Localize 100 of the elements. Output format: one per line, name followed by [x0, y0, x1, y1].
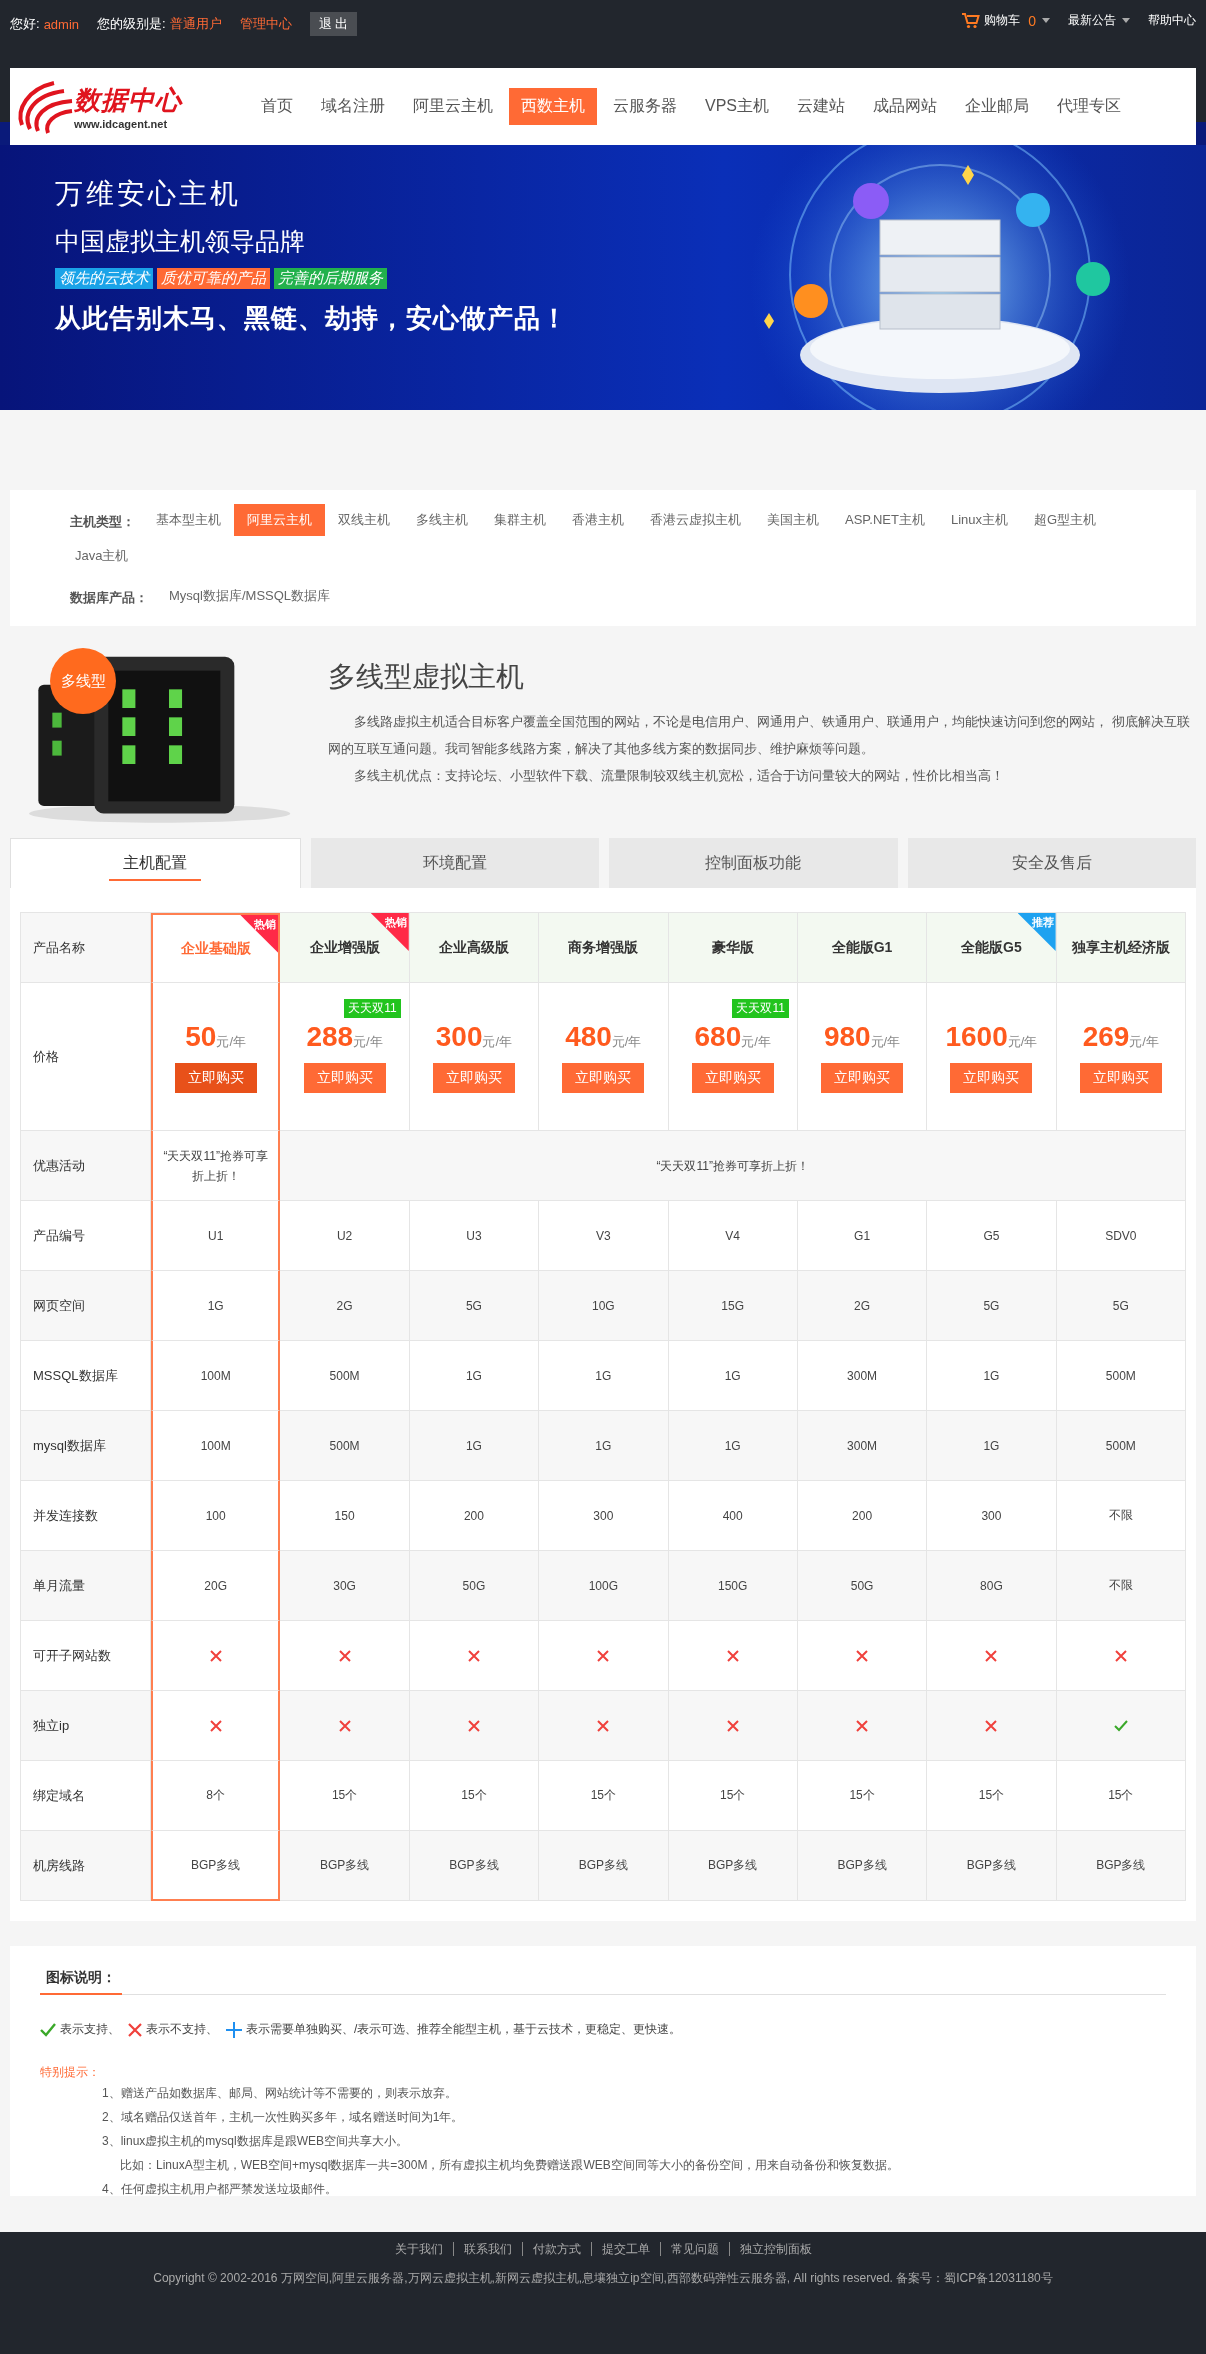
promo-tag: 天天双11 [344, 998, 401, 1018]
filter-option[interactable]: 双线主机 [325, 504, 403, 536]
tab[interactable]: 主机配置 [10, 838, 301, 888]
footer-link[interactable]: 常见问题 [659, 2242, 729, 2256]
table-cell: 1G [668, 1341, 798, 1411]
table-cell: 5G [409, 1271, 540, 1341]
table-cell: SDV0 [1056, 1201, 1186, 1271]
filter-option[interactable]: 香港云虚拟主机 [637, 504, 754, 536]
table-cell: 5G [1056, 1271, 1186, 1341]
filter-option[interactable]: Mysql数据库/MSSQL数据库 [156, 580, 344, 612]
nav-item[interactable]: 云服务器 [601, 88, 689, 125]
nav-item[interactable]: 企业邮局 [953, 88, 1041, 125]
caret-icon[interactable] [1122, 18, 1130, 23]
table-cell: 1G [409, 1341, 540, 1411]
level-link[interactable]: 普通用户 [169, 15, 222, 33]
table-cell: 20G [151, 1551, 281, 1621]
table-cell: 不限 [1056, 1551, 1186, 1621]
nav-item[interactable]: 代理专区 [1045, 88, 1133, 125]
row-label: 单月流量 [21, 1551, 151, 1621]
table-cell: 2G [280, 1271, 410, 1341]
tab[interactable]: 安全及售后 [907, 838, 1196, 888]
footer-link[interactable]: 联系我们 [452, 2242, 522, 2256]
table-cell: 15个 [668, 1761, 798, 1831]
column-header: 企业高级版 [409, 913, 540, 983]
nav-item[interactable]: 云建站 [785, 88, 857, 125]
table-cell: V4 [668, 1201, 798, 1271]
price: 680 [694, 1020, 742, 1053]
table-cell: 1G [539, 1341, 669, 1411]
help-link[interactable]: 帮助中心 [1148, 12, 1196, 29]
row-label: 优惠活动 [21, 1131, 151, 1201]
table-cell: 100G [539, 1551, 669, 1621]
table-cell: 15G [668, 1271, 798, 1341]
table-cell: BGP多线 [1056, 1831, 1186, 1901]
table-cell: 200 [409, 1481, 540, 1551]
table-cell: BGP多线 [539, 1831, 669, 1901]
filter-option[interactable]: 集群主机 [481, 504, 559, 536]
buy-button[interactable]: 立即购买 [174, 1062, 257, 1093]
caret-icon[interactable] [1042, 18, 1050, 23]
logout-button[interactable]: 退 出 [309, 12, 358, 36]
table-cell: 1G [151, 1271, 281, 1341]
column-header: 豪华版 [668, 913, 798, 983]
banner-title: 万维安心主机 [55, 176, 242, 212]
footer-link[interactable]: 关于我们 [384, 2242, 453, 2256]
tab[interactable]: 环境配置 [310, 838, 599, 888]
row-label: 机房线路 [21, 1831, 151, 1901]
table-cell: U2 [280, 1201, 410, 1271]
table-cell: 100 [151, 1481, 281, 1551]
filter-option[interactable]: 美国主机 [754, 504, 832, 536]
table-cell: BGP多线 [151, 1831, 281, 1901]
filter-option[interactable]: Java主机 [62, 540, 142, 572]
admin-link[interactable]: 管理中心 [239, 15, 292, 33]
filter-option[interactable]: 基本型主机 [143, 504, 234, 536]
filter-option[interactable]: 超G型主机 [1021, 504, 1110, 536]
table-cell: G5 [927, 1201, 1057, 1271]
table-cell: 1G [539, 1411, 669, 1481]
filter-option[interactable]: Linux主机 [937, 504, 1022, 536]
copyright-text: Copyright © 2002-2016 万网空间,阿里云服务器,万网云虚拟主机,新网云虚拟主机,息壤独立ip空间,西部数码弹性云服务器, All rights reserved. 备案号：蜀ICP备12031180号 [152, 2270, 1054, 2287]
price: 1600 [945, 1020, 1008, 1053]
notice-detail: 比如：LinuxA型主机，WEB空间+mysql数据库一共=300M，所有虚拟主机均免费赠送跟WEB空间同等大小的备份空间，用来自动备份和恢复数据。 [119, 2157, 900, 2174]
footer-link[interactable]: 提交工单 [590, 2242, 660, 2256]
legend-text: 表示支持、 [60, 2021, 120, 2038]
product-title: 多线型虚拟主机 [328, 660, 525, 694]
table-cell: 15个 [1056, 1761, 1186, 1831]
filter-option[interactable]: ASP.NET主机 [832, 504, 938, 536]
nav-item[interactable]: 域名注册 [309, 88, 397, 125]
row-label: MSSQL数据库 [21, 1341, 151, 1411]
nav-item[interactable]: 成品网站 [861, 88, 949, 125]
price-unit: 元/年 [611, 1033, 642, 1051]
cart-link[interactable]: 购物车 [984, 12, 1021, 29]
tab[interactable]: 控制面板功能 [609, 838, 898, 888]
row-label: 网页空间 [21, 1271, 151, 1341]
nav-item[interactable]: 阿里云主机 [401, 88, 505, 125]
username-link[interactable]: admin [43, 16, 80, 32]
nav-item[interactable]: 首页 [249, 88, 305, 125]
price-unit: 元/年 [482, 1033, 513, 1051]
table-cell: 100M [151, 1341, 281, 1411]
filter-option[interactable]: 香港主机 [559, 504, 637, 536]
table-cell: 8个 [151, 1761, 281, 1831]
table-cell: 150G [668, 1551, 798, 1621]
cart-icon[interactable] [962, 12, 981, 29]
notice-link[interactable]: 最新公告 [1068, 12, 1116, 29]
table-cell: 5G [927, 1271, 1057, 1341]
table-cell: 500M [1056, 1341, 1186, 1411]
table-cell: U3 [409, 1201, 540, 1271]
table-cell: BGP多线 [797, 1831, 928, 1901]
price: 50 [185, 1020, 217, 1053]
filter-label: 数据库产品： [70, 589, 148, 607]
table-cell: 1G [409, 1411, 540, 1481]
row-label: 绑定域名 [21, 1761, 151, 1831]
filter-option[interactable]: 多线主机 [403, 504, 481, 536]
nav-item[interactable]: VPS主机 [693, 88, 781, 125]
footer-link[interactable]: 付款方式 [521, 2242, 591, 2256]
banner-tag: 质优可靠的产品 [157, 268, 270, 289]
table-cell: 15个 [797, 1761, 928, 1831]
table-cell: 10G [539, 1271, 669, 1341]
table-cell: 15个 [409, 1761, 540, 1831]
footer-link[interactable]: 独立控制面板 [728, 2242, 822, 2256]
cart-count: 0 [1028, 12, 1036, 29]
notice-item: 4、任何虚拟主机用户都严禁发送垃圾邮件。 [102, 2181, 338, 2198]
notice-item: 3、linux虚拟主机的mysql数据库是跟WEB空间共享大小。 [102, 2133, 410, 2150]
